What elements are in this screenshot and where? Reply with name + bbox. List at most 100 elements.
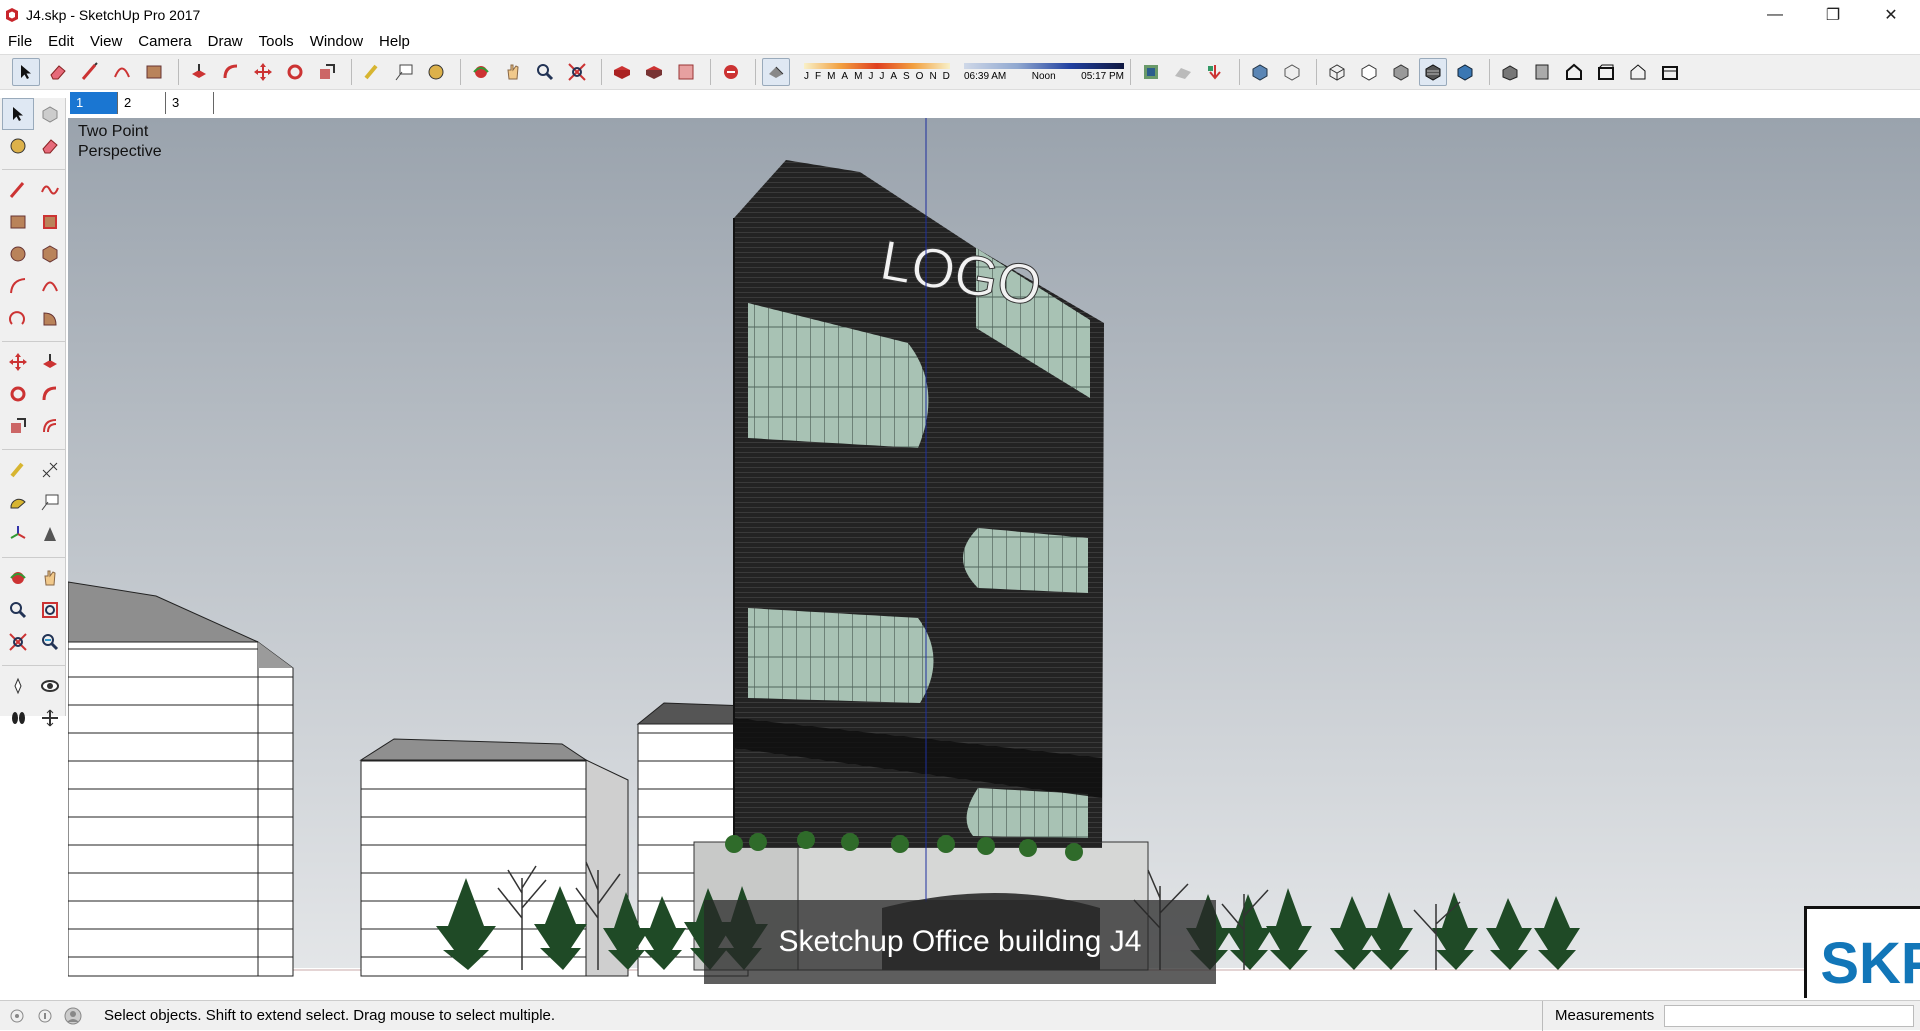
tool-group-divider	[2, 658, 66, 666]
paint-bucket-icon[interactable]	[2, 130, 34, 162]
minimize-button[interactable]: —	[1746, 0, 1804, 30]
previous-view-icon[interactable]	[34, 626, 66, 658]
tab-scene-2[interactable]: 2	[118, 92, 166, 114]
top-view-button[interactable]	[1528, 58, 1556, 86]
select-icon[interactable]	[2, 98, 34, 130]
time-slider-track[interactable]	[964, 62, 1124, 69]
zoom-tool-button[interactable]	[531, 58, 559, 86]
rectangle-icon[interactable]	[2, 206, 34, 238]
eraser-tool-button[interactable]	[44, 58, 72, 86]
paint-bucket-tool-button[interactable]	[422, 58, 450, 86]
photo-textures-button[interactable]	[1201, 58, 1229, 86]
back-edges-style-button[interactable]	[1278, 58, 1306, 86]
3d-text-icon[interactable]	[34, 518, 66, 550]
eraser-icon[interactable]	[34, 130, 66, 162]
follow-me-icon[interactable]	[34, 378, 66, 410]
offset-icon[interactable]	[34, 410, 66, 442]
menu-help[interactable]: Help	[371, 33, 418, 50]
shadow-time-slider[interactable]: 06:39 AM Noon 05:17 PM	[964, 62, 1124, 82]
rotate-tool-button[interactable]	[281, 58, 309, 86]
move-icon[interactable]	[2, 346, 34, 378]
right-view-button[interactable]	[1592, 58, 1620, 86]
push-pull-tool-button[interactable]	[185, 58, 213, 86]
zoom-extents-icon[interactable]	[2, 626, 34, 658]
pie-icon[interactable]	[34, 302, 66, 334]
shape-tool-button[interactable]	[140, 58, 168, 86]
xray-style-button[interactable]	[1246, 58, 1274, 86]
shaded-style-button[interactable]	[1387, 58, 1415, 86]
geo-location-icon[interactable]	[6, 1005, 28, 1027]
measurements-field[interactable]	[1664, 1005, 1914, 1027]
3d-warehouse-button[interactable]	[608, 58, 636, 86]
two-point-arc-icon[interactable]	[34, 270, 66, 302]
orbit-icon[interactable]	[2, 562, 34, 594]
scale-icon[interactable]	[2, 410, 34, 442]
show-terrain-button[interactable]	[1169, 58, 1197, 86]
month-slider-track[interactable]	[804, 62, 950, 69]
close-button[interactable]: ✕	[1862, 0, 1920, 30]
menu-tools[interactable]: Tools	[251, 33, 302, 50]
arc-icon[interactable]	[2, 270, 34, 302]
position-camera-icon[interactable]	[2, 670, 34, 702]
monochrome-style-button[interactable]	[1451, 58, 1479, 86]
protractor-icon[interactable]	[2, 486, 34, 518]
line-tool-button[interactable]	[76, 58, 104, 86]
zoom-icon[interactable]	[2, 594, 34, 626]
restore-button[interactable]: ❐	[1804, 0, 1862, 30]
tab-scene-3[interactable]: 3	[166, 92, 214, 114]
zoom-window-icon[interactable]	[34, 594, 66, 626]
three-point-arc-icon[interactable]	[2, 302, 34, 334]
push-pull-icon[interactable]	[34, 346, 66, 378]
pan-icon[interactable]	[34, 562, 66, 594]
circle-icon[interactable]	[2, 238, 34, 270]
rotate-icon[interactable]	[2, 378, 34, 410]
menu-edit[interactable]: Edit	[40, 33, 82, 50]
extension-warehouse-button[interactable]	[717, 58, 745, 86]
follow-me-tool-button[interactable]	[217, 58, 245, 86]
user-account-icon[interactable]	[62, 1005, 84, 1027]
menu-draw[interactable]: Draw	[200, 33, 251, 50]
model-viewport[interactable]: LOGO Two Point Perspective Sketchup Offi…	[68, 118, 1920, 998]
shadow-month-slider[interactable]: J F M A M J J A S O N D	[804, 62, 950, 82]
axes-icon[interactable]	[2, 518, 34, 550]
polygon-icon[interactable]	[34, 238, 66, 270]
back-view-button[interactable]	[1624, 58, 1652, 86]
month-label: M	[827, 70, 836, 82]
rotated-rectangle-icon[interactable]	[34, 206, 66, 238]
line-icon[interactable]	[2, 174, 34, 206]
share-model-button[interactable]	[640, 58, 668, 86]
wireframe-style-button[interactable]	[1323, 58, 1351, 86]
arc-tool-button[interactable]	[108, 58, 136, 86]
add-location-button[interactable]	[1137, 58, 1165, 86]
freehand-icon[interactable]	[34, 174, 66, 206]
section-plane-icon[interactable]	[34, 702, 66, 734]
move-tool-button[interactable]	[249, 58, 277, 86]
make-component-icon[interactable]	[34, 98, 66, 130]
menu-file[interactable]: File	[0, 33, 40, 50]
camera-perspective-label: Two Point Perspective	[78, 123, 162, 160]
zoom-extents-tool-button[interactable]	[563, 58, 591, 86]
front-view-button[interactable]	[1560, 58, 1588, 86]
shaded-with-textures-style-button[interactable]	[1419, 58, 1447, 86]
walk-icon[interactable]	[2, 702, 34, 734]
menu-camera[interactable]: Camera	[130, 33, 199, 50]
tab-scene-1[interactable]: 1	[70, 92, 118, 114]
menu-view[interactable]: View	[82, 33, 130, 50]
orbit-tool-button[interactable]	[467, 58, 495, 86]
dimension-icon[interactable]	[34, 454, 66, 486]
hidden-line-style-button[interactable]	[1355, 58, 1383, 86]
select-tool-button[interactable]	[12, 58, 40, 86]
tape-measure-icon[interactable]	[2, 454, 34, 486]
look-around-icon[interactable]	[34, 670, 66, 702]
iso-view-button[interactable]	[1496, 58, 1524, 86]
scale-tool-button[interactable]	[313, 58, 341, 86]
menu-window[interactable]: Window	[302, 33, 371, 50]
text-tool-button[interactable]	[390, 58, 418, 86]
credits-icon[interactable]	[34, 1005, 56, 1027]
left-view-button[interactable]	[1656, 58, 1684, 86]
text-icon[interactable]	[34, 486, 66, 518]
shadows-toggle-button[interactable]	[762, 58, 790, 86]
tape-measure-tool-button[interactable]	[358, 58, 386, 86]
pan-tool-button[interactable]	[499, 58, 527, 86]
share-component-button[interactable]	[672, 58, 700, 86]
